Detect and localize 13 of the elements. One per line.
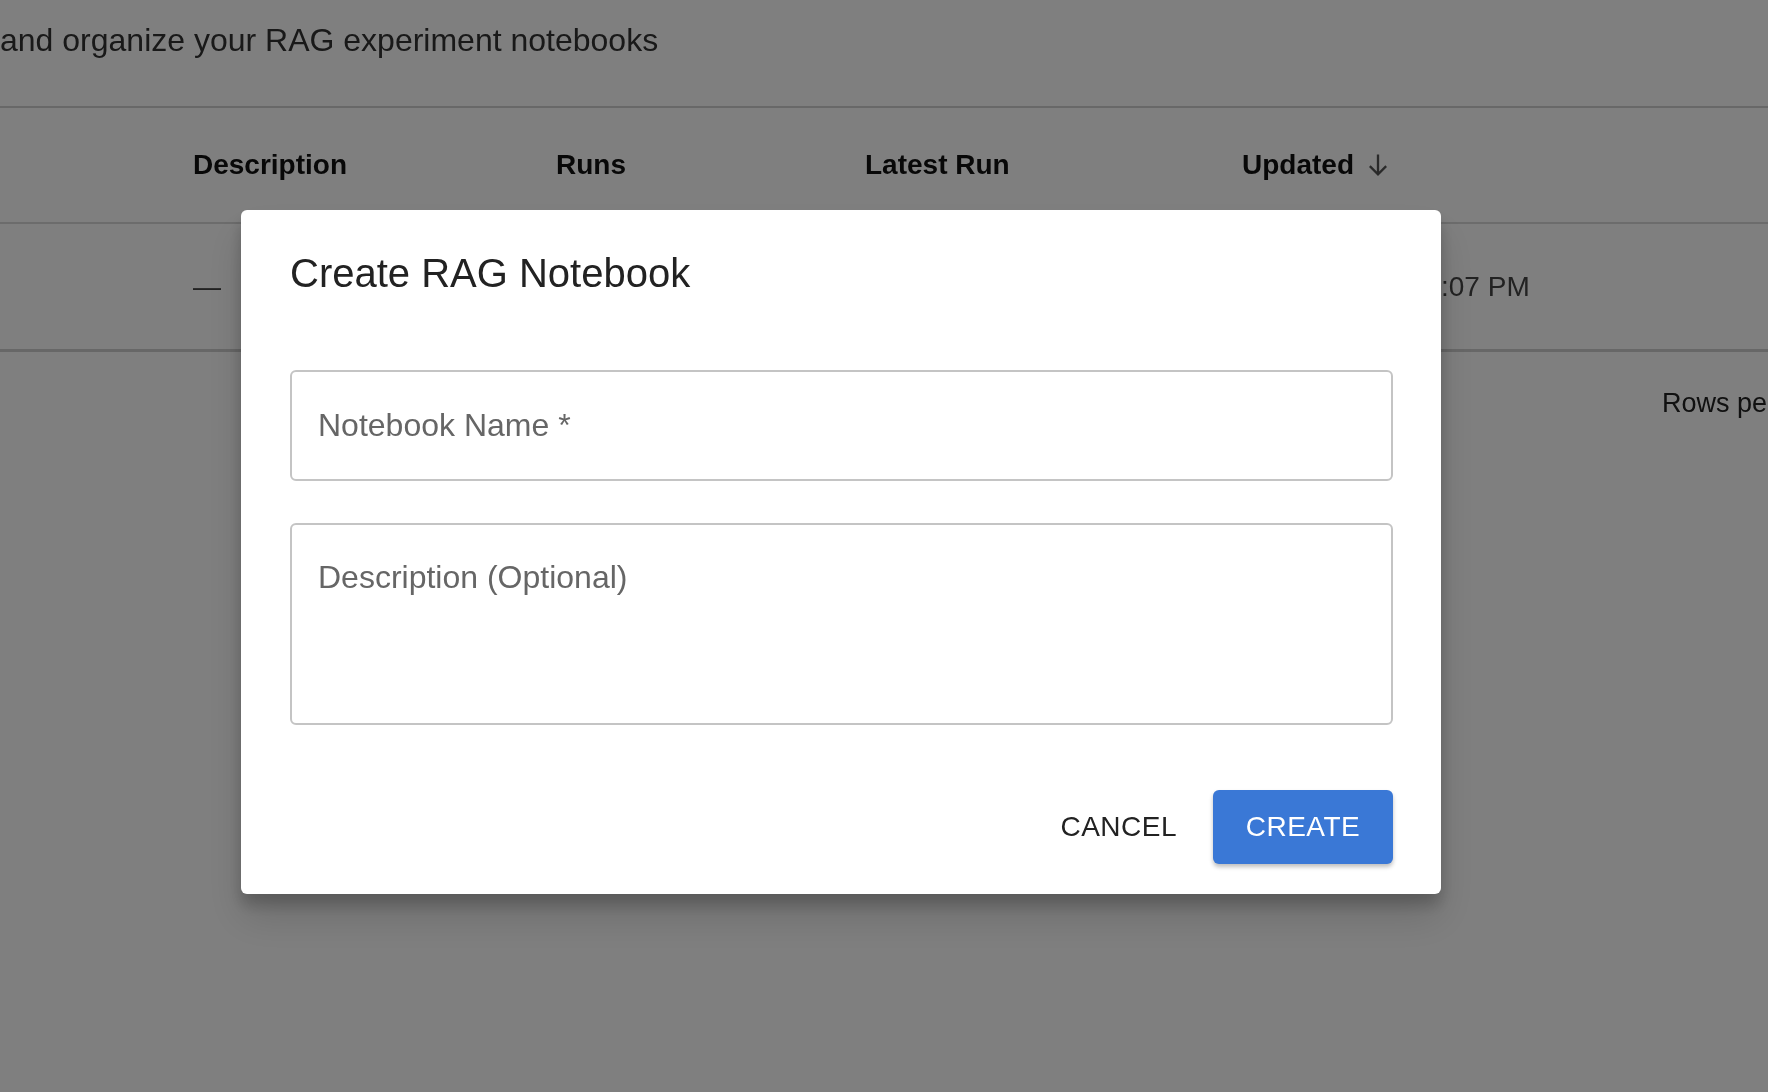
pagination-label: Rows pe xyxy=(1662,388,1768,418)
subtitle-text: and organize your RAG experiment notebooks xyxy=(0,22,659,58)
description-field[interactable]: Description (Optional) xyxy=(290,523,1393,725)
table-cell: — xyxy=(193,270,221,303)
column-header[interactable]: Description xyxy=(193,149,348,181)
cancel-button[interactable]: CANCEL xyxy=(1032,790,1205,864)
name-field[interactable]: Notebook Name * xyxy=(290,370,1393,481)
column-header[interactable]: Latest Run xyxy=(865,149,1010,181)
column-header[interactable]: Runs xyxy=(556,149,626,181)
create-button[interactable]: CREATE xyxy=(1213,790,1393,864)
table-cell: :07 PM xyxy=(1441,270,1530,303)
dialog-title: Create RAG Notebook xyxy=(290,250,692,297)
column-header[interactable]: Updated xyxy=(1242,149,1354,181)
